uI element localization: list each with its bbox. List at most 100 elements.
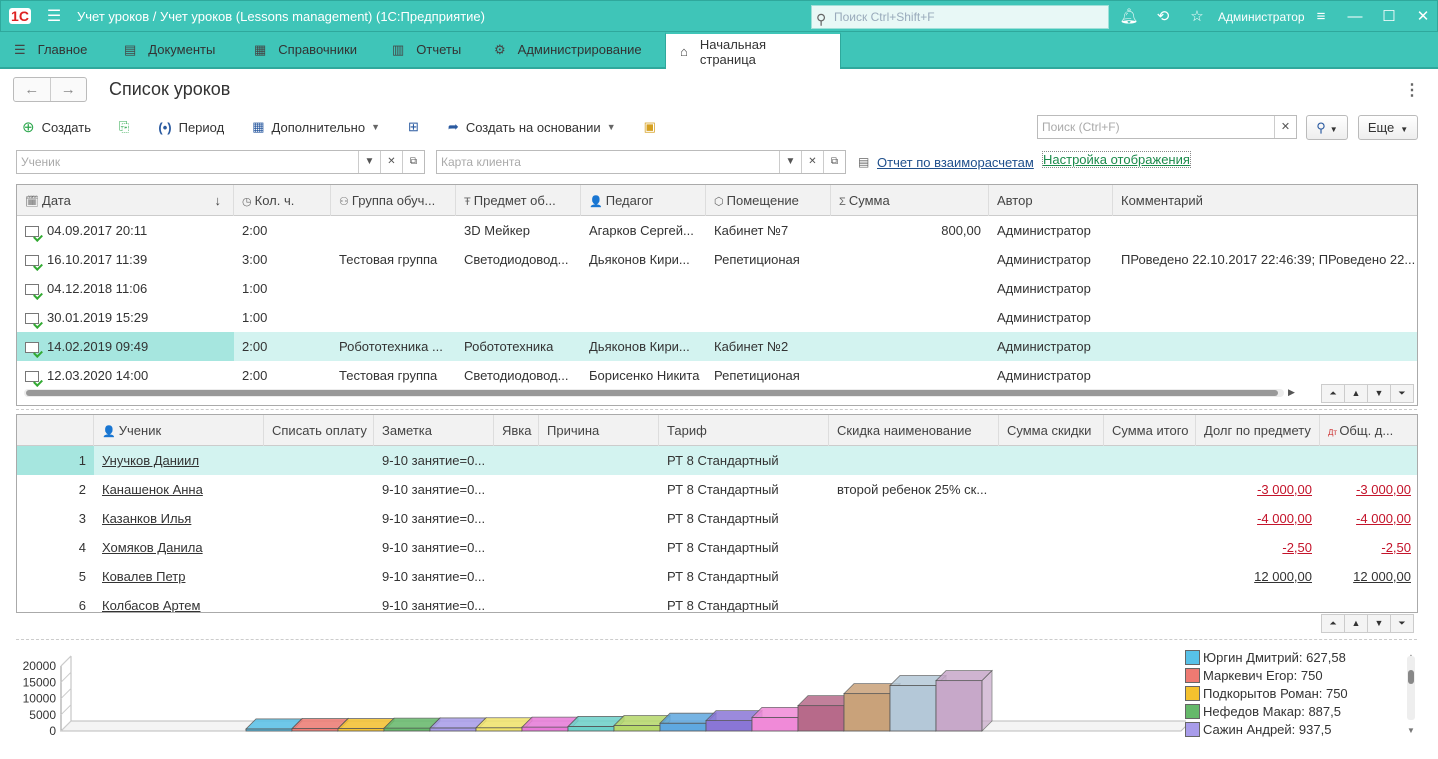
column-header[interactable]: Сумма скидки xyxy=(999,415,1104,446)
table-row[interactable]: 04.09.2017 20:11 2:00 3D Мейкер Агарков Сер… xyxy=(17,216,1417,245)
table-row[interactable]: 1 Унучков Даниил 9-10 занятие=0... РТ 8 Ста… xyxy=(17,446,1417,475)
column-header[interactable]: Автор xyxy=(989,185,1113,216)
main-menu-icon[interactable]: ☰ xyxy=(39,6,69,26)
up-icon[interactable]: ▲ xyxy=(1344,384,1368,403)
table-row[interactable]: 2 Канашенок Анна 9-10 занятие=0... РТ 8 Ста… xyxy=(17,475,1417,504)
table-row[interactable]: 3 Казанков Илья 9-10 занятие=0... РТ 8 Стан… xyxy=(17,504,1417,533)
horizontal-scrollbar[interactable] xyxy=(24,389,1284,397)
table-cell[interactable]: 12 000,00 xyxy=(1320,562,1417,591)
to-top-icon[interactable]: ⏶ xyxy=(1321,614,1345,633)
scroll-right-icon[interactable]: ▶ xyxy=(1288,387,1295,398)
clear-icon[interactable]: ✕ xyxy=(801,151,823,173)
table-cell[interactable]: Колбасов Артем xyxy=(94,591,264,612)
create-based-on-button[interactable]: ➦ Создать на основании ▼ xyxy=(448,119,616,135)
sort-down-icon[interactable]: ↓ xyxy=(215,185,222,216)
table-row[interactable]: 30.01.2019 15:29 1:00 Администратор xyxy=(17,303,1417,332)
table-cell[interactable] xyxy=(1196,591,1320,612)
display-settings-link[interactable]: Настройка отображения xyxy=(1042,151,1191,168)
column-header[interactable]: 🗓 Дата ↓ xyxy=(17,185,234,216)
settings-menu-icon[interactable]: ≡ xyxy=(1311,7,1331,27)
open-icon[interactable]: ⧉ xyxy=(823,151,845,173)
to-bottom-icon[interactable]: ⏷ xyxy=(1390,614,1414,633)
to-top-icon[interactable]: ⏶ xyxy=(1321,384,1345,403)
column-header[interactable]: Списать оплату xyxy=(264,415,374,446)
back-arrow-icon[interactable]: ← xyxy=(14,78,51,101)
more-button[interactable]: Еще ▼ xyxy=(1358,115,1418,140)
tab-home-page[interactable]: ⌂ Начальная страница xyxy=(665,32,841,69)
section-administration[interactable]: ⚙ Администрирование xyxy=(480,32,665,67)
client-card-filter-input[interactable]: Карта клиента ▼ ✕ ⧉ xyxy=(436,150,846,174)
students-table[interactable]: 👤 Ученик Списать оплату Заметка Явка Причина… xyxy=(16,414,1418,613)
column-header[interactable]: ◷ Кол. ч. xyxy=(234,185,331,216)
table-cell[interactable] xyxy=(1320,446,1417,475)
print-button[interactable]: ▣ xyxy=(644,119,663,135)
dropdown-icon[interactable]: ▼ xyxy=(358,151,380,173)
table-cell[interactable]: 12 000,00 xyxy=(1196,562,1320,591)
forward-arrow-icon[interactable]: → xyxy=(51,78,87,101)
scrollbar-thumb[interactable] xyxy=(26,390,1278,396)
table-cell[interactable]: Ковалев Петр xyxy=(94,562,264,591)
table-row[interactable]: 4 Хомяков Данила 9-10 занятие=0... РТ 8 Ста… xyxy=(17,533,1417,562)
legend-scrollbar-thumb[interactable] xyxy=(1408,670,1414,684)
table-cell[interactable]: -2,50 xyxy=(1196,533,1320,562)
user-name[interactable]: Администратор xyxy=(1218,10,1305,24)
additional-button[interactable]: ▦ Дополнительно ▼ xyxy=(252,119,380,135)
section-documents[interactable]: ▤ Документы xyxy=(110,32,240,67)
column-header[interactable]: Долг по предмету xyxy=(1196,415,1320,446)
period-button[interactable]: (•) Период xyxy=(158,120,224,135)
close-icon[interactable]: ✕ xyxy=(1413,7,1433,27)
star-icon[interactable]: ☆ xyxy=(1187,7,1207,27)
table-cell[interactable]: -3 000,00 xyxy=(1196,475,1320,504)
column-header[interactable] xyxy=(17,415,94,446)
legend-scrollbar[interactable] xyxy=(1407,656,1415,720)
section-reports[interactable]: ▥ Отчеты xyxy=(378,32,480,67)
section-catalogs[interactable]: ▦ Справочники xyxy=(240,32,378,67)
to-bottom-icon[interactable]: ⏷ xyxy=(1390,384,1414,403)
column-header[interactable]: Явка xyxy=(494,415,539,446)
column-header[interactable]: Σ Сумма xyxy=(831,185,989,216)
table-cell[interactable] xyxy=(1196,446,1320,475)
bell-icon[interactable]: 🔔︎ xyxy=(1119,7,1139,27)
up-icon[interactable]: ▲ xyxy=(1344,614,1368,633)
column-header[interactable]: Сумма итого xyxy=(1104,415,1196,446)
table-row[interactable]: 14.02.2019 09:49 2:00 Робототехника ... Роб… xyxy=(17,332,1417,361)
settlements-report-link[interactable]: Отчет по взаиморасчетам xyxy=(877,155,1034,170)
table-cell[interactable]: Казанков Илья xyxy=(94,504,264,533)
table-row[interactable]: 16.10.2017 11:39 3:00 Тестовая группа Свето… xyxy=(17,245,1417,274)
dropdown-icon[interactable]: ▼ xyxy=(779,151,801,173)
legend-scroll-down-icon[interactable]: ▼ xyxy=(1407,726,1415,735)
table-cell[interactable]: Хомяков Данила xyxy=(94,533,264,562)
table-row[interactable]: 12.03.2020 14:00 2:00 Тестовая группа Свето… xyxy=(17,361,1417,390)
column-header[interactable]: 👤 Педагог xyxy=(581,185,706,216)
table-cell[interactable]: -2,50 xyxy=(1320,533,1417,562)
maximize-icon[interactable]: ☐ xyxy=(1379,7,1399,27)
column-header[interactable]: Ŧ Предмет об... xyxy=(456,185,581,216)
splitter[interactable] xyxy=(16,639,1417,640)
create-button[interactable]: ⊕ Создать xyxy=(22,118,91,136)
table-cell[interactable]: -3 000,00 xyxy=(1320,475,1417,504)
global-search-input[interactable]: ⚲ Поиск Ctrl+Shift+F xyxy=(811,5,1109,29)
table-row[interactable]: 5 Ковалев Петр 9-10 занятие=0... РТ 8 Станд… xyxy=(17,562,1417,591)
down-icon[interactable]: ▼ xyxy=(1367,614,1391,633)
table-cell[interactable]: Канашенок Анна xyxy=(94,475,264,504)
column-header[interactable]: Причина xyxy=(539,415,659,446)
column-header[interactable]: Дт Общ. д... xyxy=(1320,415,1417,446)
column-header[interactable]: Заметка xyxy=(374,415,494,446)
column-header[interactable]: Тариф xyxy=(659,415,829,446)
copy-button[interactable]: ⎘ xyxy=(119,119,136,135)
student-filter-input[interactable]: Ученик ▼ ✕ ⧉ xyxy=(16,150,425,174)
section-main[interactable]: ☰ Главное xyxy=(0,32,110,67)
search-button[interactable]: ⚲ ▼ xyxy=(1306,115,1348,140)
column-header[interactable]: ⬡ Помещение xyxy=(706,185,831,216)
column-header[interactable]: Скидка наименование xyxy=(829,415,999,446)
column-header[interactable]: ⚇ Группа обуч... xyxy=(331,185,456,216)
splitter[interactable] xyxy=(16,409,1417,410)
open-icon[interactable]: ⧉ xyxy=(402,151,424,173)
column-header[interactable]: 👤 Ученик xyxy=(94,415,264,446)
table-row[interactable]: 04.12.2018 11:06 1:00 Администратор xyxy=(17,274,1417,303)
history-icon[interactable]: ⟲ xyxy=(1153,7,1173,27)
down-icon[interactable]: ▼ xyxy=(1367,384,1391,403)
minimize-icon[interactable]: — xyxy=(1345,7,1365,27)
lessons-table[interactable]: 🗓 Дата ↓ ◷ Кол. ч. ⚇ Группа обуч... Ŧ Предме… xyxy=(16,184,1418,406)
clear-icon[interactable]: ✕ xyxy=(380,151,402,173)
